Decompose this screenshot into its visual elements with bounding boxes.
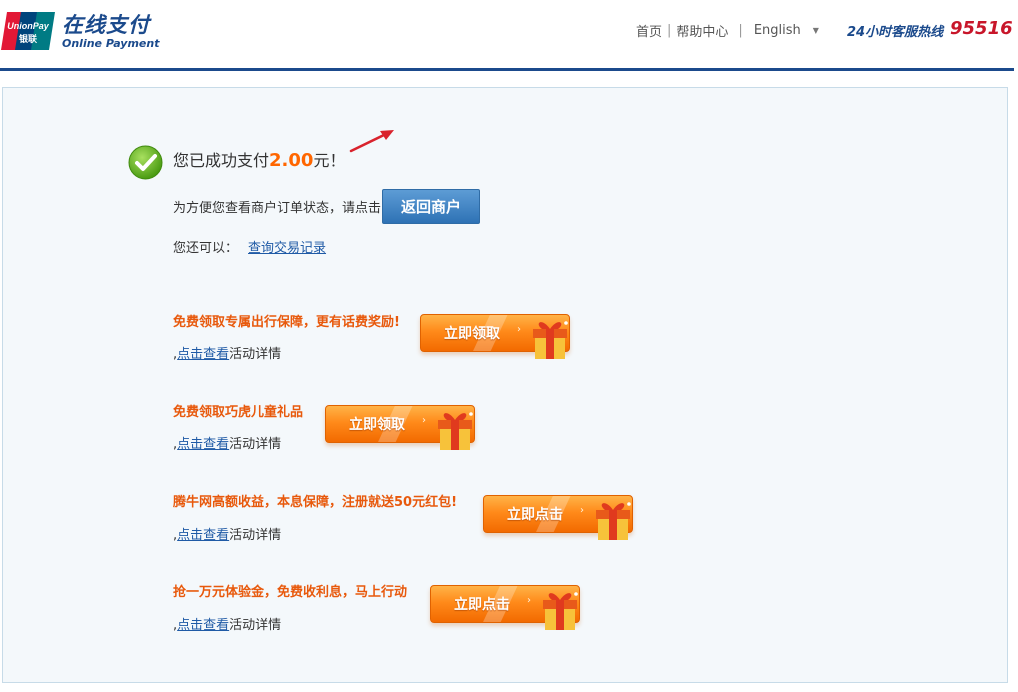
header-divider [0, 68, 1014, 71]
promo-button-label: 立即点击 [454, 597, 510, 613]
also-row: 您还可以： 查询交易记录 [173, 237, 326, 256]
nav-home-link[interactable]: 首页 [636, 21, 662, 40]
promo-button-label: 立即领取 [444, 326, 500, 342]
also-label: 您还可以： [173, 241, 239, 256]
payment-success-message: 您已成功支付2.00元！ [173, 147, 345, 171]
promo-claim-button[interactable]: 立即领取 › [325, 402, 477, 452]
gift-box-icon [543, 592, 578, 630]
promo-detail-suffix: 活动详情 [229, 528, 282, 543]
promo-detail: ,点击查看活动详情 [173, 614, 281, 633]
back-hint-text: 为方便您查看商户订单状态，请点击 [173, 201, 382, 216]
query-records-link[interactable]: 查询交易记录 [248, 241, 326, 256]
promo-title: 腾牛网高额收益，本息保障，注册就送50元红包! [173, 495, 458, 510]
logo-title: 在线支付 [62, 13, 150, 37]
promo-title: 免费领取巧虎儿童礼品 [173, 405, 304, 420]
promo-click-button[interactable]: 立即点击 › [430, 582, 582, 632]
promo-detail-link[interactable]: 点击查看 [177, 347, 229, 362]
hotline-label: 24小时客服热线 [847, 25, 944, 40]
chevron-down-icon: ▼ [812, 26, 819, 35]
promo-detail-suffix: 活动详情 [229, 618, 282, 633]
promo-claim-button[interactable]: 立即领取 › [420, 311, 572, 361]
promo-click-button[interactable]: 立即点击 › [483, 492, 635, 542]
unionpay-logo[interactable]: UnionPay 银联 [1, 12, 55, 50]
paid-amount: 2.00 [269, 150, 314, 171]
language-select[interactable]: English ▼ [754, 23, 819, 38]
success-check-icon [128, 145, 163, 180]
success-prefix: 您已成功支付 [173, 151, 270, 170]
chevron-right-icon: › [527, 595, 531, 606]
chevron-right-icon: › [422, 415, 426, 426]
gift-box-icon [533, 321, 568, 359]
promo-detail-suffix: 活动详情 [229, 347, 282, 362]
promo-detail-suffix: 活动详情 [229, 437, 282, 452]
gift-box-icon [438, 412, 473, 450]
hotline-number: 95516 [950, 18, 1013, 39]
nav-help-link[interactable]: 帮助中心 [676, 21, 728, 40]
svg-text:UnionPay: UnionPay [7, 21, 50, 31]
return-merchant-button[interactable]: 返回商户 [382, 189, 480, 224]
promo-detail: ,点击查看活动详情 [173, 433, 281, 452]
chevron-right-icon: › [517, 324, 521, 335]
header: UnionPay 银联 在线支付 Online Payment 首页 | 帮助中… [0, 0, 1018, 68]
logo-subtitle: Online Payment [62, 37, 160, 50]
nav-separator: | [667, 23, 672, 38]
promo-detail-link[interactable]: 点击查看 [177, 437, 229, 452]
promo-detail: ,点击查看活动详情 [173, 524, 281, 543]
promo-detail-link[interactable]: 点击查看 [177, 528, 229, 543]
nav-separator: | [738, 23, 743, 38]
success-suffix: 元！ [313, 151, 346, 170]
promo-button-label: 立即领取 [349, 417, 405, 433]
promo-detail: ,点击查看活动详情 [173, 343, 281, 362]
promo-title: 抢一万元体验金，免费收利息，马上行动 [173, 585, 408, 600]
red-arrow-icon [349, 130, 394, 153]
promo-button-label: 立即点击 [507, 507, 563, 523]
promo-title: 免费领取专属出行保障，更有话费奖励! [173, 315, 400, 330]
chevron-right-icon: › [580, 505, 584, 516]
top-nav: 首页 | 帮助中心 | English ▼ [636, 21, 819, 40]
svg-text:银联: 银联 [19, 33, 38, 45]
gift-box-icon [596, 502, 631, 540]
promo-detail-link[interactable]: 点击查看 [177, 618, 229, 633]
language-label: English [753, 23, 801, 38]
